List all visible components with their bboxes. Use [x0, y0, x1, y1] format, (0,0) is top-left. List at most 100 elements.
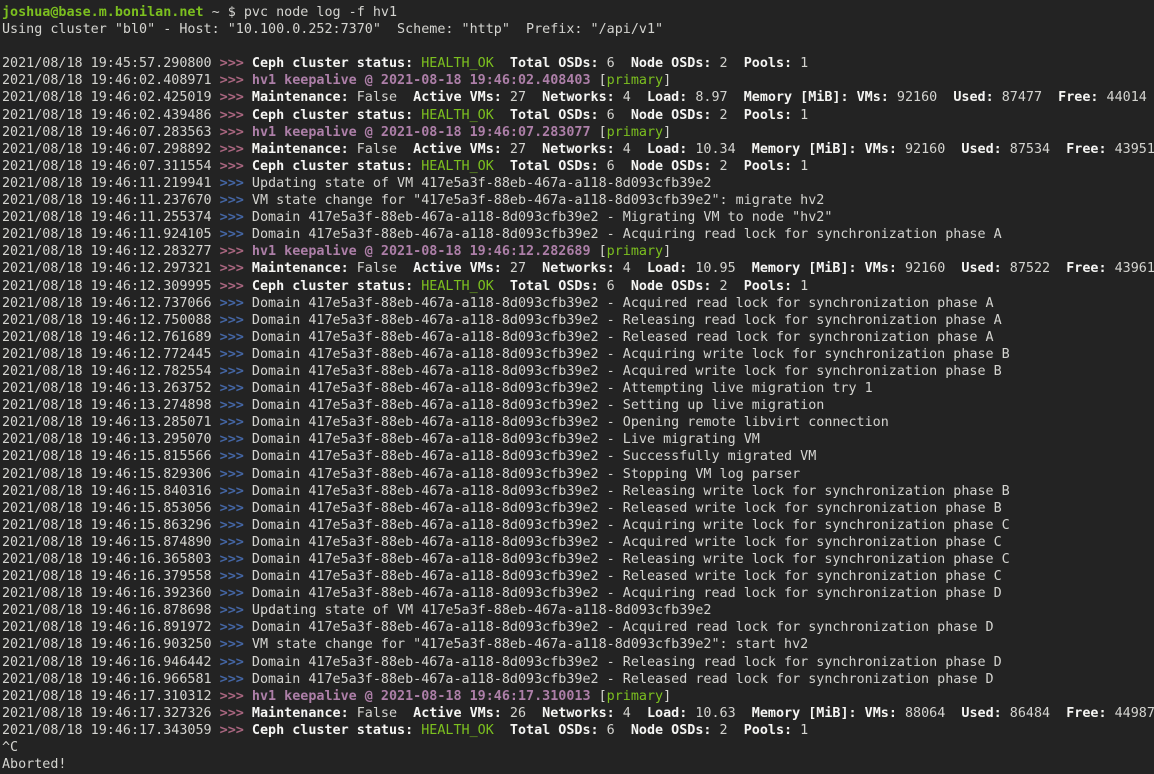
log-timestamp: 2021/08/18 19:46:13.274898 [2, 398, 220, 413]
log-segment: ] [663, 125, 671, 140]
log-segment: 44987 [1107, 706, 1154, 721]
log-segment: VMs: [865, 706, 897, 721]
log-timestamp: 2021/08/18 19:46:02.425019 [2, 90, 220, 105]
log-segment: Node OSDs: [631, 159, 712, 174]
log-line: 2021/08/18 19:46:11.237670 >>> VM state … [2, 192, 1154, 209]
log-segment [857, 261, 865, 276]
log-segment: Domain 417e5a3f-88eb-467a-a118-8d093cfb3… [252, 449, 816, 464]
log-segment: Maintenance: [252, 142, 349, 157]
log-segment: 10.95 [687, 261, 752, 276]
log-segment: Domain 417e5a3f-88eb-467a-a118-8d093cfb3… [252, 364, 1002, 379]
log-segment: 86484 [1002, 706, 1067, 721]
log-segment: Node OSDs: [631, 723, 712, 738]
log-line: 2021/08/18 19:46:13.263752 >>> Domain 41… [2, 380, 1154, 397]
log-line: 2021/08/18 19:46:17.327326 >>> Maintenan… [2, 705, 1154, 722]
log-prompt-arrows: >>> [220, 723, 252, 738]
log-segment: Pools: [744, 279, 792, 294]
log-segment: 2 [711, 56, 743, 71]
log-segment: 1 [792, 279, 808, 294]
log-segment: 27 [502, 90, 542, 105]
log-output: 2021/08/18 19:45:57.290800 >>> Ceph clus… [2, 55, 1154, 739]
typed-command: pvc node log -f hv1 [244, 5, 397, 20]
log-timestamp: 2021/08/18 19:46:02.439486 [2, 108, 220, 123]
log-segment [494, 108, 510, 123]
log-prompt-arrows: >>> [220, 90, 252, 105]
log-timestamp: 2021/08/18 19:46:07.283563 [2, 125, 220, 140]
log-segment: Domain 417e5a3f-88eb-467a-a118-8d093cfb3… [252, 569, 1002, 584]
log-segment: HEALTH_OK [421, 108, 494, 123]
log-segment: primary [607, 244, 663, 259]
log-segment: HEALTH_OK [421, 279, 494, 294]
log-line: 2021/08/18 19:46:12.309995 >>> Ceph clus… [2, 278, 1154, 295]
log-segment: 27 [502, 261, 542, 276]
cluster-info-line: Using cluster "bl0" - Host: "10.100.0.25… [2, 21, 1154, 38]
log-line: 2021/08/18 19:46:16.946442 >>> Domain 41… [2, 654, 1154, 671]
log-timestamp: 2021/08/18 19:46:13.285071 [2, 415, 220, 430]
log-segment: 43961 [1107, 261, 1154, 276]
log-timestamp: 2021/08/18 19:46:12.737066 [2, 296, 220, 311]
log-line: 2021/08/18 19:46:12.297321 >>> Maintenan… [2, 260, 1154, 277]
log-segment: HEALTH_OK [421, 159, 494, 174]
log-segment: Pools: [744, 108, 792, 123]
log-timestamp: 2021/08/18 19:46:16.903250 [2, 637, 220, 652]
log-segment: 87477 [994, 90, 1059, 105]
log-line: 2021/08/18 19:45:57.290800 >>> Ceph clus… [2, 55, 1154, 72]
log-segment: Domain 417e5a3f-88eb-467a-a118-8d093cfb3… [252, 347, 1010, 362]
log-segment: False [349, 706, 414, 721]
log-line: 2021/08/18 19:46:15.863296 >>> Domain 41… [2, 517, 1154, 534]
log-prompt-arrows: >>> [220, 313, 252, 328]
log-segment [494, 56, 510, 71]
log-timestamp: 2021/08/18 19:46:13.263752 [2, 381, 220, 396]
log-timestamp: 2021/08/18 19:46:11.255374 [2, 210, 220, 225]
log-segment: Domain 417e5a3f-88eb-467a-a118-8d093cfb3… [252, 415, 889, 430]
log-prompt-arrows: >>> [220, 159, 252, 174]
log-timestamp: 2021/08/18 19:46:15.853056 [2, 501, 220, 516]
prompt-user-host: joshua@base.m.bonilan.net [2, 5, 204, 20]
log-segment: Domain 417e5a3f-88eb-467a-a118-8d093cfb3… [252, 432, 760, 447]
log-segment: 6 [599, 108, 631, 123]
log-segment: Total OSDs: [510, 723, 599, 738]
log-segment: 92160 [897, 261, 962, 276]
log-segment: Maintenance: [252, 90, 349, 105]
log-segment: Active VMs: [413, 90, 502, 105]
log-segment: primary [607, 125, 663, 140]
log-segment: Load: [647, 142, 687, 157]
log-segment: Ceph cluster status: [252, 108, 413, 123]
log-segment: Memory [MiB]: [752, 706, 857, 721]
log-prompt-arrows: >>> [220, 518, 252, 533]
log-segment: 92160 [897, 142, 962, 157]
log-prompt-arrows: >>> [220, 689, 252, 704]
log-timestamp: 2021/08/18 19:46:16.966581 [2, 672, 220, 687]
log-segment: Domain 417e5a3f-88eb-467a-a118-8d093cfb3… [252, 620, 994, 635]
log-segment: Domain 417e5a3f-88eb-467a-a118-8d093cfb3… [252, 467, 800, 482]
log-prompt-arrows: >>> [220, 655, 252, 670]
log-line: 2021/08/18 19:46:17.343059 >>> Ceph clus… [2, 722, 1154, 739]
log-line: 2021/08/18 19:46:07.298892 >>> Maintenan… [2, 141, 1154, 158]
log-segment: Node OSDs: [631, 108, 712, 123]
log-line: 2021/08/18 19:46:02.439486 >>> Ceph clus… [2, 107, 1154, 124]
log-segment: VMs: [865, 142, 897, 157]
log-segment: 2 [711, 159, 743, 174]
log-timestamp: 2021/08/18 19:46:11.237670 [2, 193, 220, 208]
log-segment: 1 [792, 56, 808, 71]
log-segment: Pools: [744, 723, 792, 738]
log-prompt-arrows: >>> [220, 672, 252, 687]
log-segment: 6 [599, 159, 631, 174]
log-timestamp: 2021/08/18 19:46:12.297321 [2, 261, 220, 276]
log-line: 2021/08/18 19:46:16.379558 >>> Domain 41… [2, 568, 1154, 585]
log-line: 2021/08/18 19:46:12.750088 >>> Domain 41… [2, 312, 1154, 329]
log-line: 2021/08/18 19:46:07.283563 >>> hv1 keepa… [2, 124, 1154, 141]
log-segment: Domain 417e5a3f-88eb-467a-a118-8d093cfb3… [252, 210, 832, 225]
log-segment: ] [663, 689, 671, 704]
log-prompt-arrows: >>> [220, 364, 252, 379]
log-segment: 1 [792, 108, 808, 123]
log-segment: 4 [615, 142, 647, 157]
prompt-path-symbol: ~ $ [204, 5, 244, 20]
log-segment: 1 [792, 159, 808, 174]
log-segment: 92160 [889, 90, 954, 105]
log-segment: [ [591, 689, 607, 704]
log-segment: ] [663, 73, 671, 88]
log-prompt-arrows: >>> [220, 449, 252, 464]
log-segment: Networks: [542, 90, 615, 105]
log-prompt-arrows: >>> [220, 569, 252, 584]
